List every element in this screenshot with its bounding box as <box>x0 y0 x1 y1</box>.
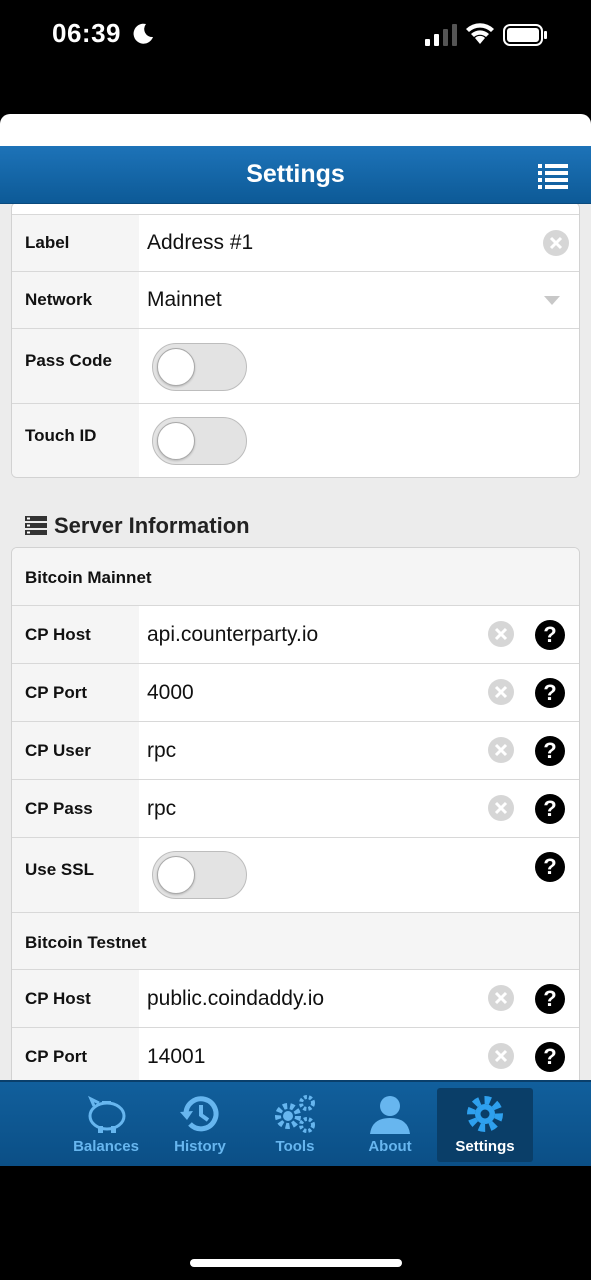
use-ssl-label: Use SSL <box>12 838 139 912</box>
help-icon[interactable]: ? <box>535 1042 565 1072</box>
touch-id-label: Touch ID <box>12 404 139 477</box>
user-icon <box>370 1096 410 1134</box>
server-icon <box>25 516 47 535</box>
tab-history[interactable]: History <box>152 1088 248 1162</box>
moon-icon <box>133 23 153 44</box>
wifi-icon <box>466 23 494 44</box>
clear-pass-icon[interactable] <box>488 795 514 821</box>
mainnet-port-row: CP Port 4000 ? <box>12 663 579 721</box>
network-select[interactable]: Mainnet <box>147 272 222 328</box>
tab-about[interactable]: About <box>342 1088 438 1162</box>
toggle-knob <box>157 348 195 386</box>
clear-port-icon[interactable] <box>488 1043 514 1069</box>
touch-id-row: Touch ID <box>12 403 579 477</box>
mainnet-pass-row: CP Pass rpc ? <box>12 779 579 837</box>
cp-host-input[interactable]: public.coindaddy.io <box>147 970 324 1027</box>
cp-host-label: CP Host <box>12 970 139 1027</box>
clear-user-icon[interactable] <box>488 737 514 763</box>
pass-code-toggle[interactable] <box>152 343 247 391</box>
piggy-bank-icon <box>88 1095 126 1133</box>
use-ssl-toggle[interactable] <box>152 851 247 899</box>
clear-port-icon[interactable] <box>488 679 514 705</box>
settings-content[interactable]: Label Address #1 Network Mainnet Pass Co… <box>0 204 591 1080</box>
status-time: 06:39 <box>52 18 121 48</box>
tab-label: Tools <box>275 1138 315 1155</box>
group-top-spacer <box>12 204 579 214</box>
cp-pass-input[interactable]: rpc <box>147 780 176 837</box>
address-settings-group: Label Address #1 Network Mainnet Pass Co… <box>11 204 580 478</box>
cp-user-label: CP User <box>12 722 139 779</box>
gear-icon <box>467 1096 503 1132</box>
testnet-title: Bitcoin Testnet <box>25 933 147 952</box>
mainnet-title: Bitcoin Mainnet <box>25 568 152 587</box>
battery-icon <box>503 24 547 46</box>
network-row: Network Mainnet <box>12 271 579 328</box>
list-icon[interactable] <box>538 163 568 189</box>
tab-label: Balances <box>73 1138 139 1155</box>
clear-label-icon[interactable] <box>543 230 569 256</box>
chevron-down-icon[interactable] <box>544 296 560 305</box>
cp-port-input[interactable]: 4000 <box>147 664 194 721</box>
mainnet-subheader: Bitcoin Mainnet <box>12 548 579 605</box>
cp-user-input[interactable]: rpc <box>147 722 176 779</box>
help-icon[interactable]: ? <box>535 794 565 824</box>
tab-settings[interactable]: Settings <box>437 1088 533 1162</box>
clear-host-icon[interactable] <box>488 621 514 647</box>
cp-port-label: CP Port <box>12 1028 139 1080</box>
section-title: Server Information <box>54 513 250 538</box>
label-row: Label Address #1 <box>12 214 579 271</box>
testnet-port-row: CP Port 14001 ? <box>12 1027 579 1080</box>
clear-host-icon[interactable] <box>488 985 514 1011</box>
help-icon[interactable]: ? <box>535 852 565 882</box>
cp-host-input[interactable]: api.counterparty.io <box>147 606 318 663</box>
pass-code-row: Pass Code <box>12 328 579 403</box>
cp-pass-label: CP Pass <box>12 780 139 837</box>
network-field-label: Network <box>12 272 139 328</box>
navigation-bar: Settings <box>0 146 591 204</box>
tab-label: Settings <box>455 1138 515 1155</box>
help-icon[interactable]: ? <box>535 620 565 650</box>
help-icon[interactable]: ? <box>535 984 565 1014</box>
label-input[interactable]: Address #1 <box>147 215 253 271</box>
toggle-knob <box>157 856 195 894</box>
mainnet-user-row: CP User rpc ? <box>12 721 579 779</box>
gears-icon <box>275 1095 315 1133</box>
touch-id-toggle[interactable] <box>152 417 247 465</box>
tab-label: History <box>174 1138 226 1155</box>
server-settings-group: Bitcoin Mainnet CP Host api.counterparty… <box>11 547 580 1080</box>
page-title: Settings <box>246 160 345 188</box>
testnet-subheader: Bitcoin Testnet <box>12 912 579 969</box>
server-information-header: Server Information <box>25 513 250 539</box>
help-icon[interactable]: ? <box>535 678 565 708</box>
home-indicator[interactable] <box>190 1259 402 1267</box>
cp-port-input[interactable]: 14001 <box>147 1028 205 1080</box>
tab-bar: Balances History Tools About Settings <box>0 1080 591 1166</box>
pass-code-label: Pass Code <box>12 329 139 403</box>
cp-host-label: CP Host <box>12 606 139 663</box>
help-icon[interactable]: ? <box>535 736 565 766</box>
testnet-host-row: CP Host public.coindaddy.io ? <box>12 969 579 1027</box>
cp-port-label: CP Port <box>12 664 139 721</box>
cellular-signal-icon <box>425 24 457 46</box>
mainnet-ssl-row: Use SSL ? <box>12 837 579 912</box>
tab-balances[interactable]: Balances <box>58 1088 154 1162</box>
tab-tools[interactable]: Tools <box>247 1088 343 1162</box>
mainnet-host-row: CP Host api.counterparty.io ? <box>12 605 579 663</box>
history-icon <box>180 1096 219 1132</box>
label-field-label: Label <box>12 215 139 271</box>
tab-label: About <box>368 1138 412 1155</box>
status-bar: 06:39 <box>0 0 591 72</box>
app-window: Settings Label Address #1 Network Mainne… <box>0 114 591 1166</box>
toggle-knob <box>157 422 195 460</box>
